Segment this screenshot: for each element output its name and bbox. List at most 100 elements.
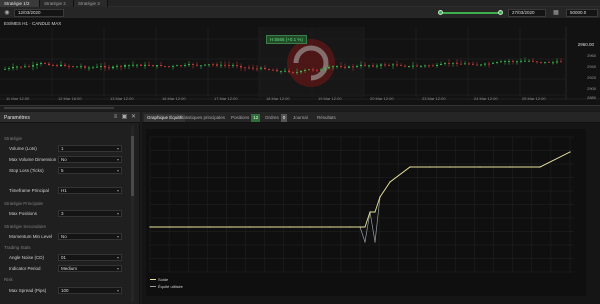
date-to-field[interactable]: 27/03/2020 (508, 9, 546, 17)
candle-body (532, 60, 534, 62)
date-tick: 19 Mar 12:00 (318, 96, 342, 101)
candle-body (396, 64, 398, 66)
candle-body (36, 64, 38, 66)
param-value-field[interactable]: No ▾ (58, 156, 122, 163)
speed-slider-end-knob[interactable] (498, 10, 503, 15)
candle-body (172, 65, 174, 67)
param-label: Timeframe Principal (9, 188, 49, 193)
candle-body (456, 62, 458, 64)
date-tick: 13 Mar 12:00 (110, 96, 134, 101)
candle-body (408, 65, 410, 67)
chevron-down-icon: ▾ (116, 288, 119, 293)
param-value-field[interactable]: 3 ▾ (58, 210, 122, 217)
candle-body (40, 63, 42, 65)
candle-body (8, 68, 10, 70)
candle-body (120, 65, 122, 67)
param-value-field[interactable]: 100 ▾ (58, 287, 122, 294)
app-window: Stratégie 1/2 Stratégie 2 Stratégie 3 ◉ … (0, 0, 600, 304)
tab-journal[interactable]: Journal (290, 114, 311, 122)
tab-orders[interactable]: Ordres 0 (262, 114, 290, 122)
candle-body (44, 63, 46, 64)
data-point (229, 226, 231, 228)
date-tick: 18 Mar 12:00 (266, 96, 290, 101)
section-title: Stratégie Principale (4, 201, 44, 206)
candle-body (152, 65, 154, 67)
data-point (539, 166, 541, 168)
tab-results[interactable]: Résultats (314, 114, 339, 122)
data-point (329, 226, 331, 228)
param-value-field[interactable]: 1 ▾ (58, 145, 122, 152)
candle-body (200, 65, 202, 67)
param-value: 3 (61, 211, 64, 216)
date-tick: 25 Mar 12:00 (522, 96, 546, 101)
candle-body (360, 64, 362, 66)
data-point (169, 226, 171, 228)
candle-body (108, 67, 110, 69)
price-chart-canvas (0, 27, 600, 100)
candle-body (444, 63, 446, 64)
calendar-icon[interactable]: ▦ (552, 9, 560, 17)
param-value-field[interactable]: 5 ▾ (58, 167, 122, 174)
candle-body (392, 64, 394, 66)
candle-body (156, 65, 158, 67)
candle-body (244, 67, 246, 69)
date-tick: 17 Mar 12:00 (214, 96, 238, 101)
tab-main-stats[interactable]: Statistiques principales (176, 114, 228, 122)
candle-body (364, 64, 366, 66)
save-icon[interactable]: ▣ (121, 114, 128, 121)
candle-body (124, 65, 126, 67)
parameters-scrollbar-thumb[interactable] (131, 136, 134, 196)
candle-body (160, 65, 162, 67)
parameters-header: Paramètres ≡ ▣ ✕ (0, 112, 140, 123)
chevron-down-icon: ▾ (116, 146, 119, 151)
speed-slider[interactable] (438, 10, 503, 15)
candle-body (48, 63, 50, 66)
candle-body (476, 64, 478, 66)
candle-body (240, 66, 242, 68)
price-chart[interactable]: ES/MES H1 · CANDLE MAX H:5566 (+0.1 %) 2… (0, 19, 600, 106)
legend-item: Solde (150, 277, 168, 282)
candle-body (548, 61, 550, 63)
candle-body (72, 66, 74, 68)
candle-body (312, 69, 314, 71)
tab-strategy-1[interactable]: Stratégie 1/2 (0, 0, 40, 7)
tab-positions[interactable]: Positions 12 (228, 114, 263, 122)
candle-body (484, 63, 486, 65)
list-icon[interactable]: ≡ (112, 114, 119, 121)
panel-title: Paramètres (4, 115, 30, 121)
tab-strategy-2[interactable]: Stratégie 2 (40, 0, 74, 7)
parameters-scrollbar[interactable] (131, 126, 134, 302)
data-point (209, 226, 211, 228)
data-point (569, 151, 571, 153)
price-tick: 2880 (587, 95, 596, 100)
speed-field[interactable]: 50000.0 (566, 9, 598, 17)
param-value-field[interactable]: H1 ▾ (58, 187, 122, 194)
candle-body (404, 65, 406, 67)
legend-swatch (150, 286, 156, 288)
date-tick: 24 Mar 12:00 (474, 96, 498, 101)
chart-scrollbar-thumb[interactable] (4, 107, 114, 109)
candle-body (116, 65, 118, 67)
speed-slider-start-knob[interactable] (438, 10, 443, 15)
equity-chart[interactable]: Solde Équité utilisée (146, 129, 586, 296)
param-label: Max Positions (9, 211, 38, 216)
chart-scrollbar[interactable] (0, 106, 600, 110)
eye-icon[interactable]: ◉ (3, 9, 11, 17)
data-point (374, 211, 376, 213)
param-value-field[interactable]: Medium ▾ (58, 265, 122, 272)
date-from-field[interactable]: 12/03/2020 (14, 9, 64, 17)
candle-body (96, 66, 98, 68)
param-value-field[interactable]: No ▾ (58, 233, 122, 240)
candle-body (536, 61, 538, 63)
close-icon[interactable]: ✕ (130, 114, 137, 121)
candle-body (212, 64, 214, 66)
candle-body (328, 66, 330, 69)
param-value-field[interactable]: 01 ▾ (58, 254, 122, 261)
tab-strategy-3[interactable]: Stratégie 3 (74, 0, 108, 7)
tab-label: Stratégie 2 (44, 1, 66, 6)
param-label: Momentum Min Level (9, 234, 53, 239)
candle-body (496, 62, 498, 63)
candle-body (376, 65, 378, 67)
data-point (429, 166, 431, 168)
candle-body (188, 64, 190, 66)
